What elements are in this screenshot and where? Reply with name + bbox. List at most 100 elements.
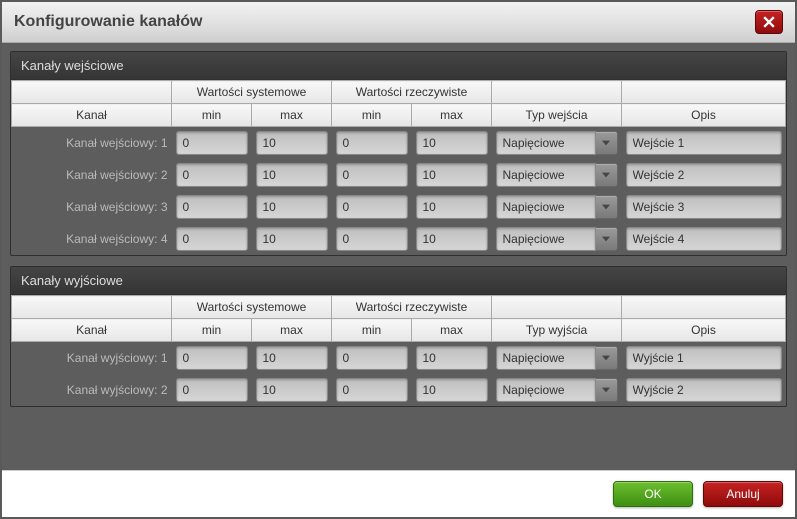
- real-max-input[interactable]: [423, 168, 481, 182]
- real-max-field[interactable]: [416, 131, 488, 155]
- real-max-field[interactable]: [416, 346, 488, 370]
- real-min-input[interactable]: [343, 383, 401, 397]
- sys-min-input[interactable]: [183, 232, 241, 246]
- sys-min-field[interactable]: [176, 378, 248, 402]
- sys-max-field[interactable]: [256, 378, 328, 402]
- real-max-input[interactable]: [423, 351, 481, 365]
- description-field[interactable]: [626, 131, 782, 155]
- chevron-down-icon: [602, 236, 610, 242]
- real-max-field[interactable]: [416, 378, 488, 402]
- type-select[interactable]: Napięciowe: [496, 195, 618, 219]
- channel-label: Kanał wejściowy: 4: [12, 223, 172, 255]
- sys-min-input[interactable]: [183, 168, 241, 182]
- table-header-row-2: Kanał min max min max Typ wejścia Opis: [12, 104, 786, 127]
- sys-max-field[interactable]: [256, 195, 328, 219]
- description-input[interactable]: [633, 351, 775, 365]
- close-button[interactable]: [755, 10, 783, 34]
- description-field[interactable]: [626, 378, 782, 402]
- sys-max-input[interactable]: [263, 351, 321, 365]
- description-field[interactable]: [626, 195, 782, 219]
- sys-max-field[interactable]: [256, 163, 328, 187]
- header-system-values: Wartości systemowe: [172, 296, 332, 319]
- channel-label: Kanał wyjściowy: 1: [12, 342, 172, 375]
- description-field[interactable]: [626, 346, 782, 370]
- chevron-down-icon: [602, 355, 610, 361]
- real-max-input[interactable]: [423, 232, 481, 246]
- channel-label: Kanał wyjściowy: 2: [12, 374, 172, 406]
- description-input[interactable]: [633, 200, 775, 214]
- dropdown-button[interactable]: [596, 346, 618, 370]
- real-max-input[interactable]: [423, 136, 481, 150]
- sys-min-field[interactable]: [176, 195, 248, 219]
- sys-min-field[interactable]: [176, 346, 248, 370]
- dialog-body: Kanały wejściowe Wartości systemowe Wart…: [2, 43, 795, 470]
- type-select[interactable]: Napięciowe: [496, 163, 618, 187]
- sys-min-field[interactable]: [176, 163, 248, 187]
- sys-min-input[interactable]: [183, 351, 241, 365]
- description-input[interactable]: [633, 136, 775, 150]
- type-select[interactable]: Napięciowe: [496, 378, 618, 402]
- header-type-out: Typ wyjścia: [492, 319, 622, 342]
- real-min-field[interactable]: [336, 346, 408, 370]
- sys-max-input[interactable]: [263, 200, 321, 214]
- real-max-input[interactable]: [423, 383, 481, 397]
- table-row: Kanał wejściowy: 1Napięciowe: [12, 127, 786, 160]
- table-header-row-1: Wartości systemowe Wartości rzeczywiste: [12, 296, 786, 319]
- real-max-field[interactable]: [416, 163, 488, 187]
- dropdown-button[interactable]: [596, 378, 618, 402]
- description-input[interactable]: [633, 168, 775, 182]
- sys-max-field[interactable]: [256, 131, 328, 155]
- real-min-input[interactable]: [343, 168, 401, 182]
- chevron-down-icon: [602, 204, 610, 210]
- type-select[interactable]: Napięciowe: [496, 131, 618, 155]
- sys-min-input[interactable]: [183, 383, 241, 397]
- header-channel: Kanał: [12, 319, 172, 342]
- real-min-field[interactable]: [336, 227, 408, 251]
- dropdown-button[interactable]: [596, 195, 618, 219]
- sys-max-field[interactable]: [256, 346, 328, 370]
- real-min-field[interactable]: [336, 131, 408, 155]
- sys-max-input[interactable]: [263, 383, 321, 397]
- description-input[interactable]: [633, 383, 775, 397]
- type-select[interactable]: Napięciowe: [496, 346, 618, 370]
- type-select-value: Napięciowe: [496, 346, 596, 370]
- channel-config-dialog: Konfigurowanie kanałów Kanały wejściowe …: [0, 0, 797, 519]
- section-title-inputs: Kanały wejściowe: [11, 52, 786, 80]
- description-field[interactable]: [626, 163, 782, 187]
- real-min-input[interactable]: [343, 351, 401, 365]
- sys-max-input[interactable]: [263, 168, 321, 182]
- input-table: Wartości systemowe Wartości rzeczywiste …: [11, 80, 786, 255]
- real-min-field[interactable]: [336, 378, 408, 402]
- header-channel: Kanał: [12, 104, 172, 127]
- real-max-field[interactable]: [416, 227, 488, 251]
- type-select-value: Napięciowe: [496, 195, 596, 219]
- real-min-input[interactable]: [343, 136, 401, 150]
- type-select-value: Napięciowe: [496, 227, 596, 251]
- sys-min-input[interactable]: [183, 136, 241, 150]
- sys-min-field[interactable]: [176, 227, 248, 251]
- sys-max-field[interactable]: [256, 227, 328, 251]
- header-sys-max: max: [252, 319, 332, 342]
- real-min-field[interactable]: [336, 163, 408, 187]
- cancel-button[interactable]: Anuluj: [703, 481, 783, 507]
- ok-button[interactable]: OK: [613, 481, 693, 507]
- sys-max-input[interactable]: [263, 232, 321, 246]
- header-system-values: Wartości systemowe: [172, 81, 332, 104]
- dropdown-button[interactable]: [596, 227, 618, 251]
- close-icon: [763, 16, 775, 28]
- sys-max-input[interactable]: [263, 136, 321, 150]
- real-min-input[interactable]: [343, 232, 401, 246]
- dropdown-button[interactable]: [596, 163, 618, 187]
- output-rows-body: Kanał wyjściowy: 1 Napięciowe Kanał wyjści…: [12, 342, 786, 407]
- type-select-value: Napięciowe: [496, 163, 596, 187]
- dropdown-button[interactable]: [596, 131, 618, 155]
- real-min-field[interactable]: [336, 195, 408, 219]
- description-input[interactable]: [633, 232, 775, 246]
- real-max-input[interactable]: [423, 200, 481, 214]
- type-select[interactable]: Napięciowe: [496, 227, 618, 251]
- real-max-field[interactable]: [416, 195, 488, 219]
- description-field[interactable]: [626, 227, 782, 251]
- sys-min-field[interactable]: [176, 131, 248, 155]
- real-min-input[interactable]: [343, 200, 401, 214]
- sys-min-input[interactable]: [183, 200, 241, 214]
